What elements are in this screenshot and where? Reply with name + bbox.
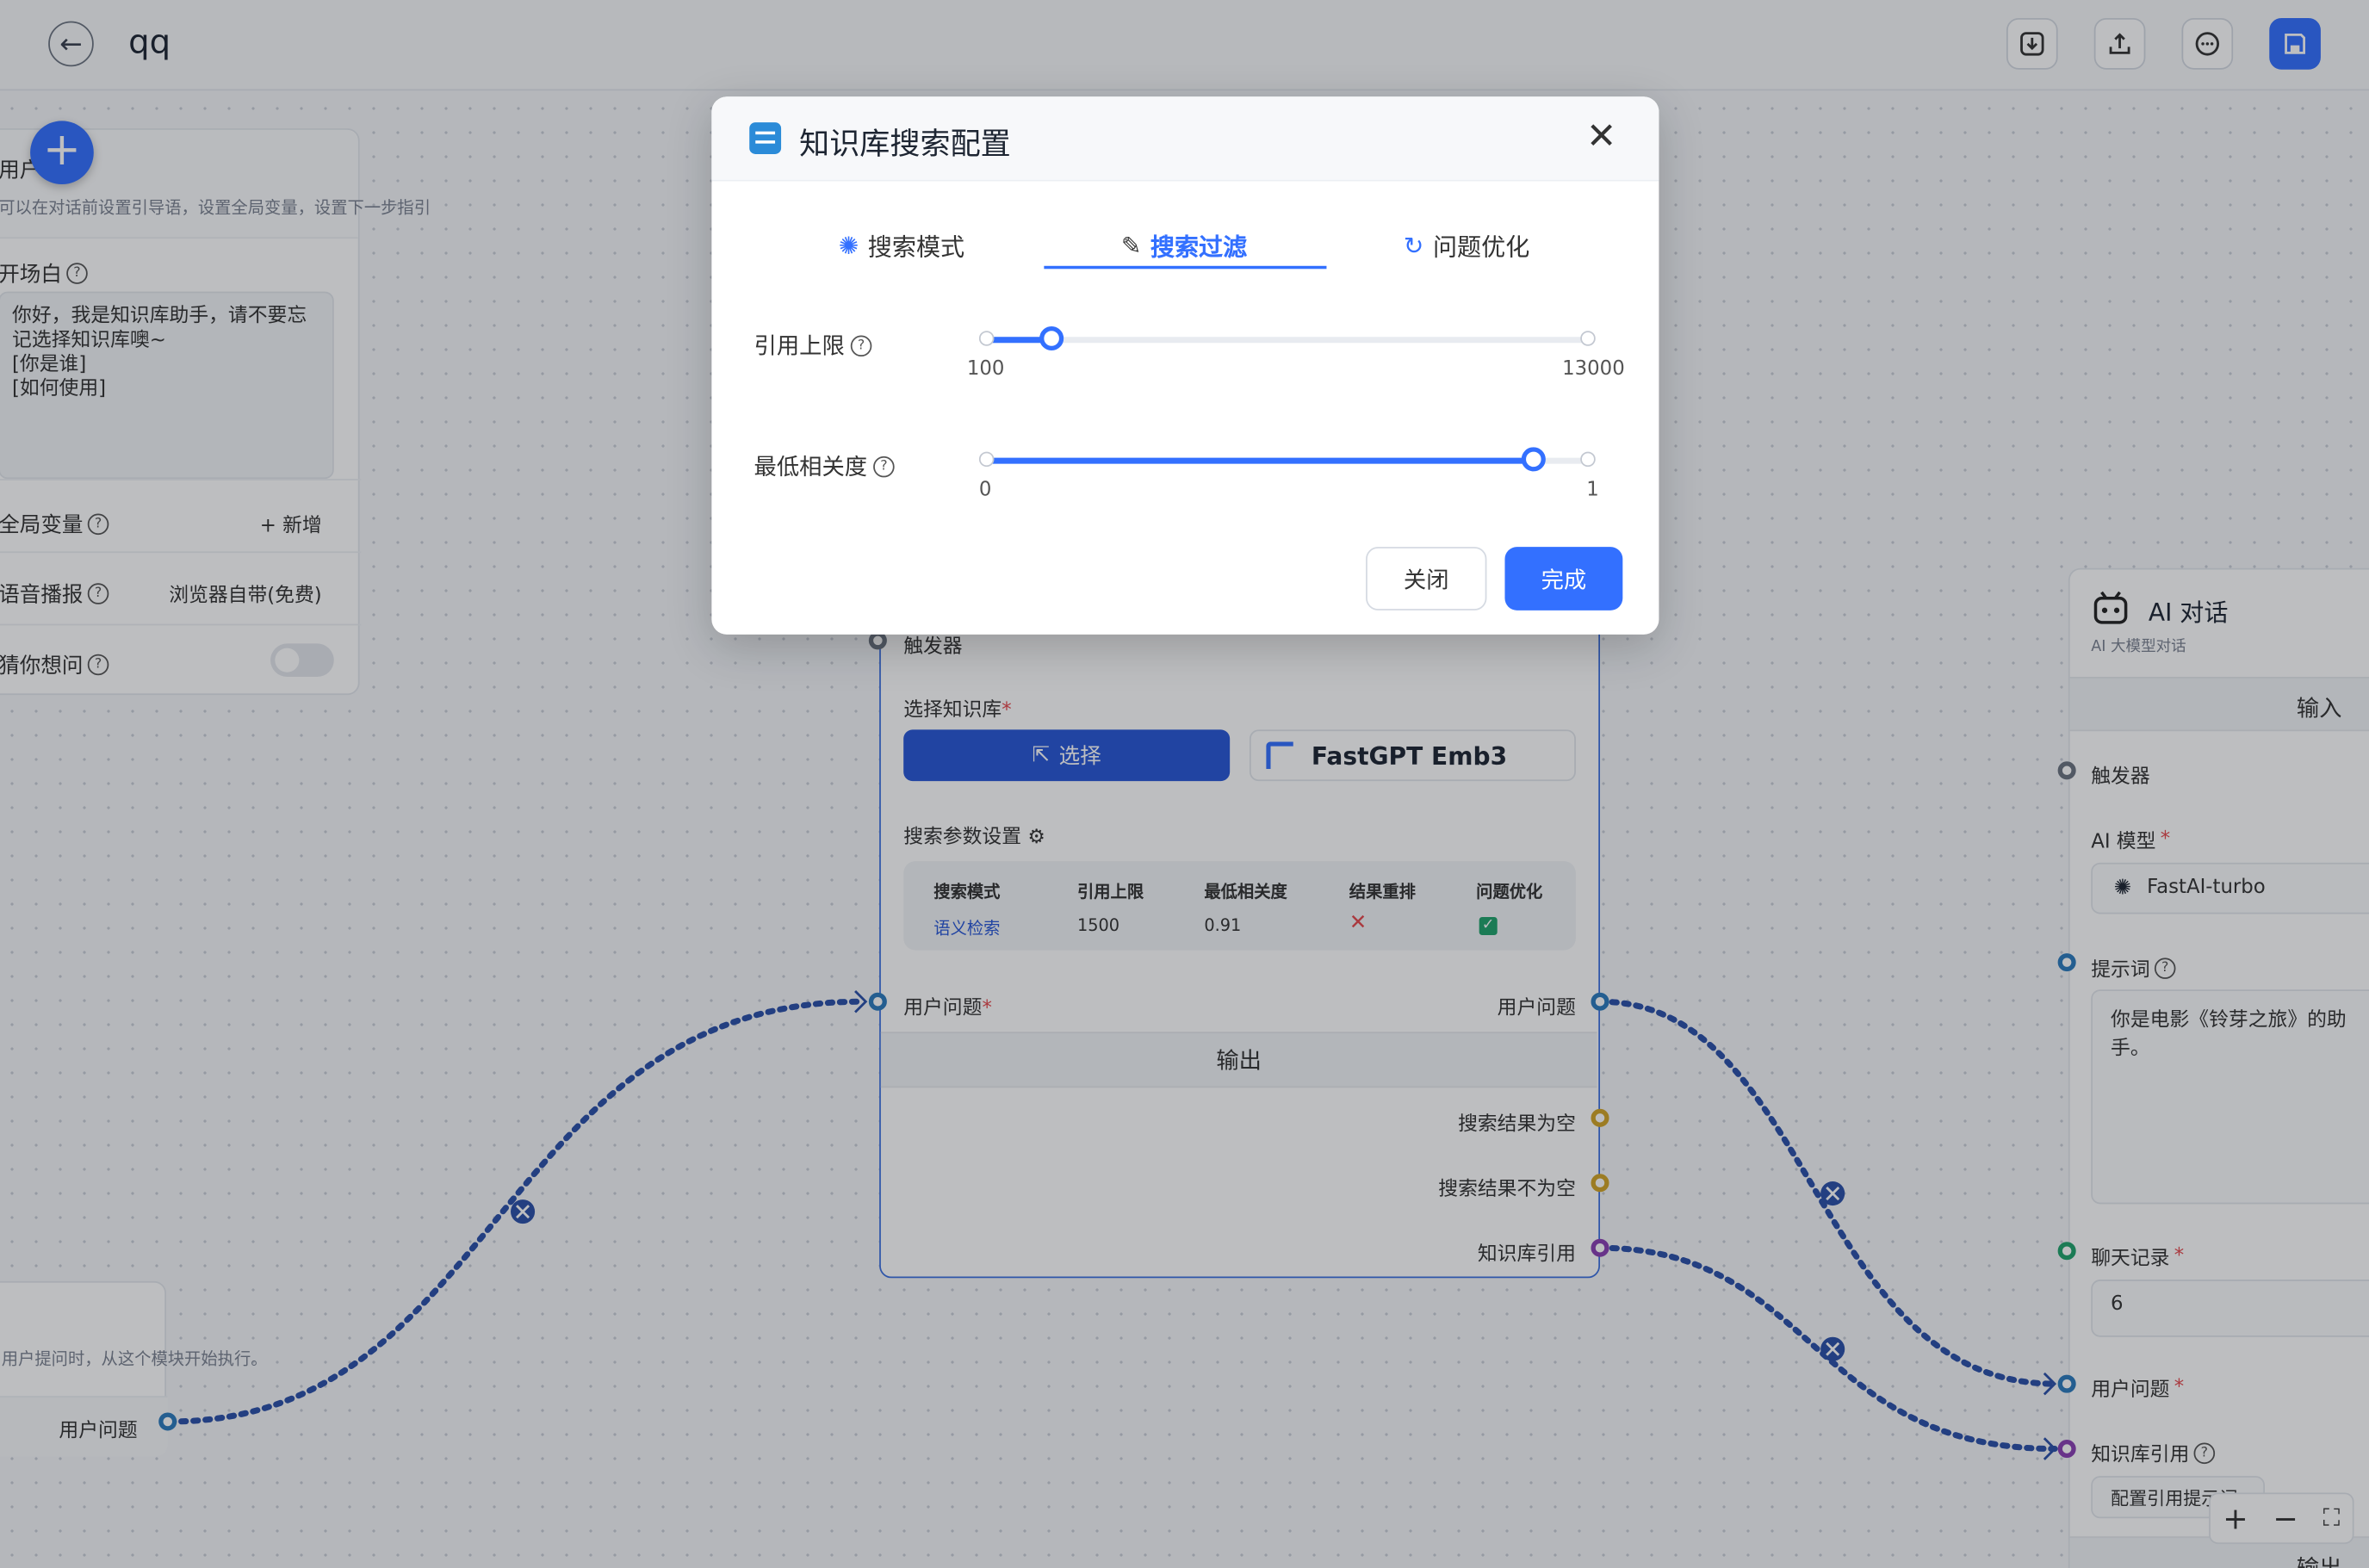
slider-max-mark [1580, 451, 1596, 468]
help-icon[interactable]: ? [873, 455, 895, 477]
quote-limit-label: 引用上限? [753, 329, 872, 361]
tab-search-filter[interactable]: ✎ 搜索过滤 [1121, 226, 1247, 263]
close-button[interactable]: 关闭 [1366, 547, 1487, 610]
settings-icon: ✺ [838, 230, 859, 259]
slider-thumb[interactable] [1039, 325, 1064, 351]
slider-min-label: 100 [966, 357, 1005, 381]
quote-limit-slider[interactable] [978, 325, 1596, 351]
min-similarity-slider[interactable] [978, 447, 1596, 472]
active-tab-indicator [1044, 265, 1327, 270]
help-icon[interactable]: ? [850, 334, 872, 356]
modal-header: 知识库搜索配置 ✕ [711, 96, 1659, 182]
sliders-icon [749, 122, 782, 154]
refresh-icon: ↻ [1403, 230, 1424, 259]
tab-search-mode[interactable]: ✺ 搜索模式 [839, 226, 964, 263]
modal-title: 知识库搜索配置 [799, 125, 1011, 162]
slider-max-label: 13000 [1562, 357, 1625, 381]
slider-fill [986, 457, 1534, 464]
slider-min-mark [978, 331, 995, 346]
slider-min-mark [978, 451, 995, 468]
slider-thumb[interactable] [1521, 447, 1546, 472]
slider-min-label: 0 [978, 479, 992, 502]
tab-question-optimize[interactable]: ↻ 问题优化 [1404, 226, 1529, 263]
min-similarity-label: 最低相关度? [753, 450, 895, 482]
slider-max-mark [1580, 331, 1596, 346]
slider-max-label: 1 [1586, 479, 1599, 502]
close-icon[interactable]: ✕ [1586, 118, 1616, 154]
kb-search-config-modal: 知识库搜索配置 ✕ ✺ 搜索模式 ✎ 搜索过滤 ↻ 问题优化 引用上限? 100 13… [711, 96, 1659, 635]
filter-icon: ✎ [1120, 230, 1142, 259]
done-button[interactable]: 完成 [1504, 547, 1623, 610]
